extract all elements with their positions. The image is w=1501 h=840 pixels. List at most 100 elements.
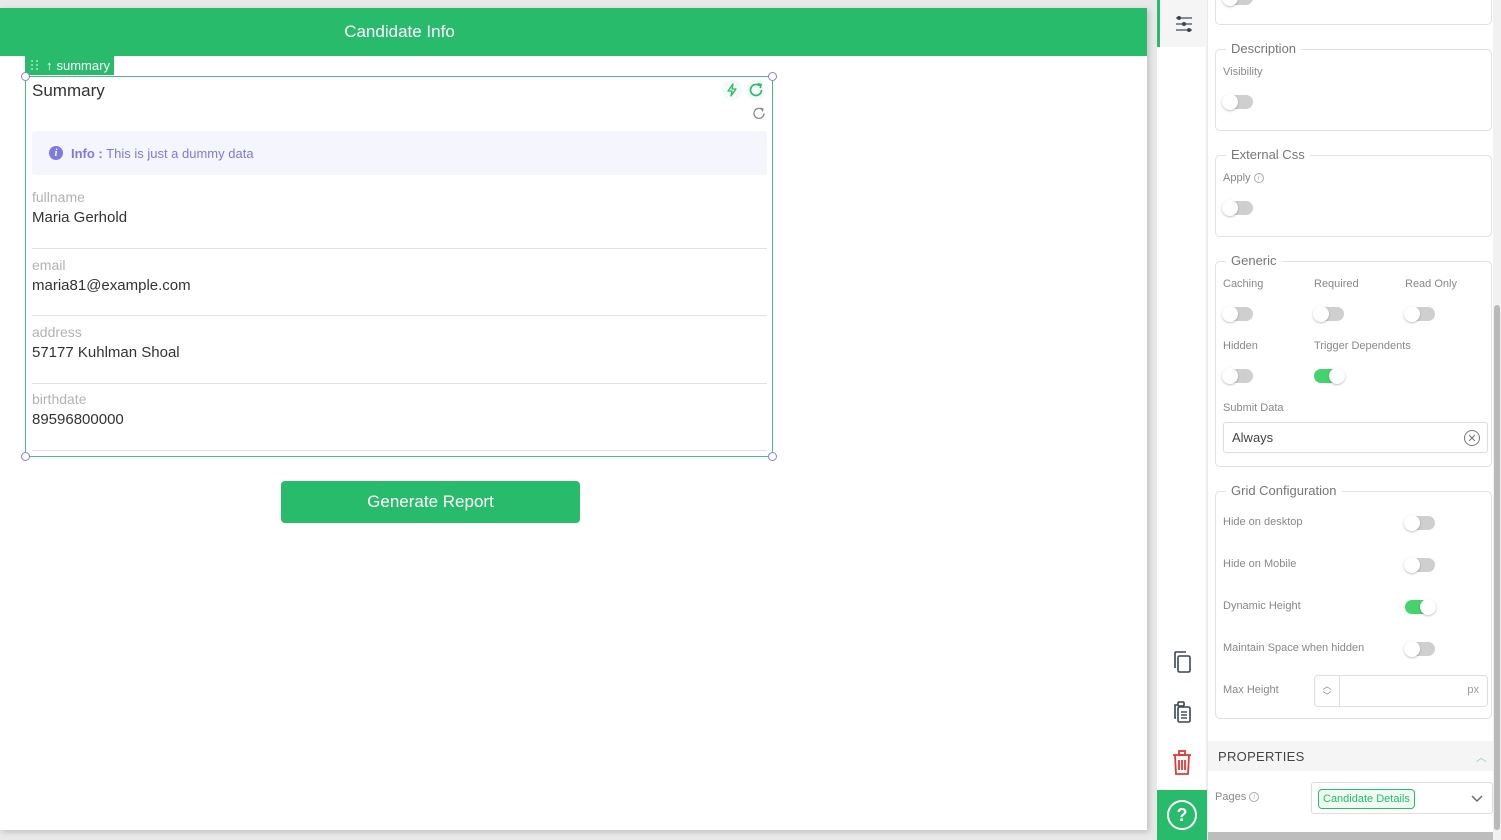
help-button[interactable]: ? [1157, 790, 1207, 840]
field-address: address 57177 Kuhlman Shoal [32, 324, 767, 384]
max-height-label: Max Height [1223, 684, 1279, 696]
pages-select[interactable]: Candidate Details [1311, 782, 1493, 814]
reset-icon[interactable] [751, 105, 767, 121]
dynamic-height-toggle[interactable] [1405, 599, 1436, 615]
field-label: email [32, 257, 66, 273]
properties-panel: Description Visibility External Css Appl… [1208, 0, 1493, 840]
caching-toggle[interactable] [1222, 306, 1253, 322]
copy-icon [1174, 651, 1191, 673]
trigger-dependents-toggle[interactable] [1314, 368, 1345, 384]
unit-label: px [1467, 684, 1479, 696]
info-label: Info : [71, 145, 103, 161]
summary-widget[interactable]: Summary i Info : This is just a dummy da… [21, 72, 777, 461]
arrow-up-icon[interactable]: ↑ [46, 58, 53, 73]
generic-legend: Generic [1226, 253, 1282, 268]
refresh-icon [749, 82, 763, 97]
panel-scrollbar[interactable] [1493, 0, 1501, 840]
previous-toggle[interactable] [1222, 0, 1253, 6]
hide-mobile-toggle[interactable] [1404, 557, 1435, 573]
max-height-input[interactable]: ︿ ﹀ px [1314, 675, 1488, 707]
pages-label-text: Pages [1215, 791, 1247, 803]
visibility-toggle[interactable] [1222, 94, 1253, 110]
lightning-button[interactable] [722, 80, 742, 100]
page-header: Candidate Info [0, 8, 1147, 56]
settings-sliders-icon [1175, 15, 1192, 32]
field-label: fullname [32, 189, 85, 205]
field-value: 57177 Kuhlman Shoal [32, 344, 180, 361]
submit-data-label: Submit Data [1223, 402, 1284, 414]
refresh-button[interactable] [746, 80, 766, 100]
info-icon[interactable]: i [1249, 792, 1260, 803]
hide-desktop-toggle[interactable] [1404, 515, 1435, 531]
resize-handle-bottom-left[interactable] [21, 452, 30, 461]
description-legend: Description [1226, 41, 1302, 56]
widget-tag-label: summary [56, 57, 110, 73]
generate-report-button[interactable]: Generate Report [281, 481, 580, 523]
max-height-stepper[interactable]: ︿ ﹀ [1315, 676, 1340, 706]
info-text: This is just a dummy data [106, 145, 254, 161]
external-css-legend: External Css [1226, 147, 1310, 162]
hide-desktop-label: Hide on desktop [1223, 516, 1303, 528]
grid-config-legend: Grid Configuration [1226, 483, 1342, 498]
page-chip[interactable]: Candidate Details [1318, 789, 1415, 809]
field-label: address [32, 324, 82, 340]
properties-title: PROPERTIES [1218, 748, 1305, 764]
page-canvas: Candidate Info ↑ summary Summary i Info … [0, 8, 1147, 830]
delete-icon [1173, 750, 1191, 775]
field-birthdate: birthdate 89596800000 [32, 391, 767, 451]
summary-title: Summary [32, 81, 105, 100]
clear-icon[interactable]: ✕ [1464, 430, 1480, 446]
trigger-dependents-label: Trigger Dependents [1314, 340, 1411, 352]
info-alert: i Info : This is just a dummy data [32, 131, 767, 175]
chevron-up-icon[interactable]: ︿ [1322, 681, 1331, 691]
required-toggle[interactable] [1313, 306, 1344, 322]
submit-data-select[interactable]: Always ✕ [1223, 422, 1488, 453]
chevron-up-icon[interactable]: ︿ [1476, 749, 1487, 765]
generic-section: Generic Caching Required Read Only Hidde… [1215, 253, 1492, 467]
hide-mobile-label: Hide on Mobile [1223, 558, 1297, 570]
drag-handle-icon[interactable] [31, 60, 39, 70]
required-label: Required [1314, 278, 1359, 290]
field-fullname: fullname Maria Gerhold [32, 189, 767, 249]
pages-label: Pages i [1215, 791, 1260, 803]
copy-button[interactable] [1157, 647, 1207, 677]
page-header-title: Candidate Info [344, 22, 455, 41]
side-toolbar: ? [1157, 0, 1207, 840]
chevron-down-icon[interactable] [1470, 791, 1484, 805]
resize-handle-top-right[interactable] [768, 72, 777, 81]
apply-label: Apply i [1223, 172, 1264, 184]
resize-handle-top-left[interactable] [21, 72, 30, 81]
maintain-space-toggle[interactable] [1404, 641, 1435, 657]
read-only-label: Read Only [1405, 278, 1457, 290]
info-icon: i [49, 146, 63, 160]
external-css-section: External Css Apply i [1215, 147, 1492, 237]
scrollbar-thumb[interactable] [1494, 305, 1500, 830]
resize-handle-bottom-right[interactable] [768, 452, 777, 461]
settings-tab[interactable] [1157, 0, 1207, 47]
caching-label: Caching [1223, 278, 1264, 290]
help-icon: ? [1167, 800, 1197, 830]
hidden-label: Hidden [1223, 340, 1258, 352]
horizontal-scrollbar[interactable] [1208, 832, 1493, 840]
maintain-space-label: Maintain Space when hidden [1223, 642, 1365, 654]
field-label: birthdate [32, 391, 87, 407]
visibility-label: Visibility [1223, 66, 1263, 78]
apply-label-text: Apply [1223, 172, 1251, 184]
chevron-down-icon[interactable]: ﹀ [1322, 691, 1331, 701]
field-email: email maria81@example.com [32, 257, 767, 316]
description-section: Description Visibility [1215, 41, 1492, 131]
dynamic-height-label: Dynamic Height [1223, 600, 1301, 612]
properties-header[interactable]: PROPERTIES ︿ [1208, 741, 1493, 771]
field-value: Maria Gerhold [32, 209, 128, 226]
apply-css-toggle[interactable] [1222, 200, 1253, 216]
delete-button[interactable] [1157, 748, 1207, 778]
info-icon[interactable]: i [1253, 173, 1264, 184]
widget-tag[interactable]: ↑ summary [25, 55, 114, 75]
submit-data-value: Always [1232, 430, 1274, 445]
field-value: 89596800000 [32, 411, 124, 428]
lightning-icon [727, 83, 737, 97]
hidden-toggle[interactable] [1222, 368, 1253, 384]
read-only-toggle[interactable] [1404, 306, 1435, 322]
paste-icon [1174, 701, 1191, 723]
paste-button[interactable] [1157, 697, 1207, 727]
